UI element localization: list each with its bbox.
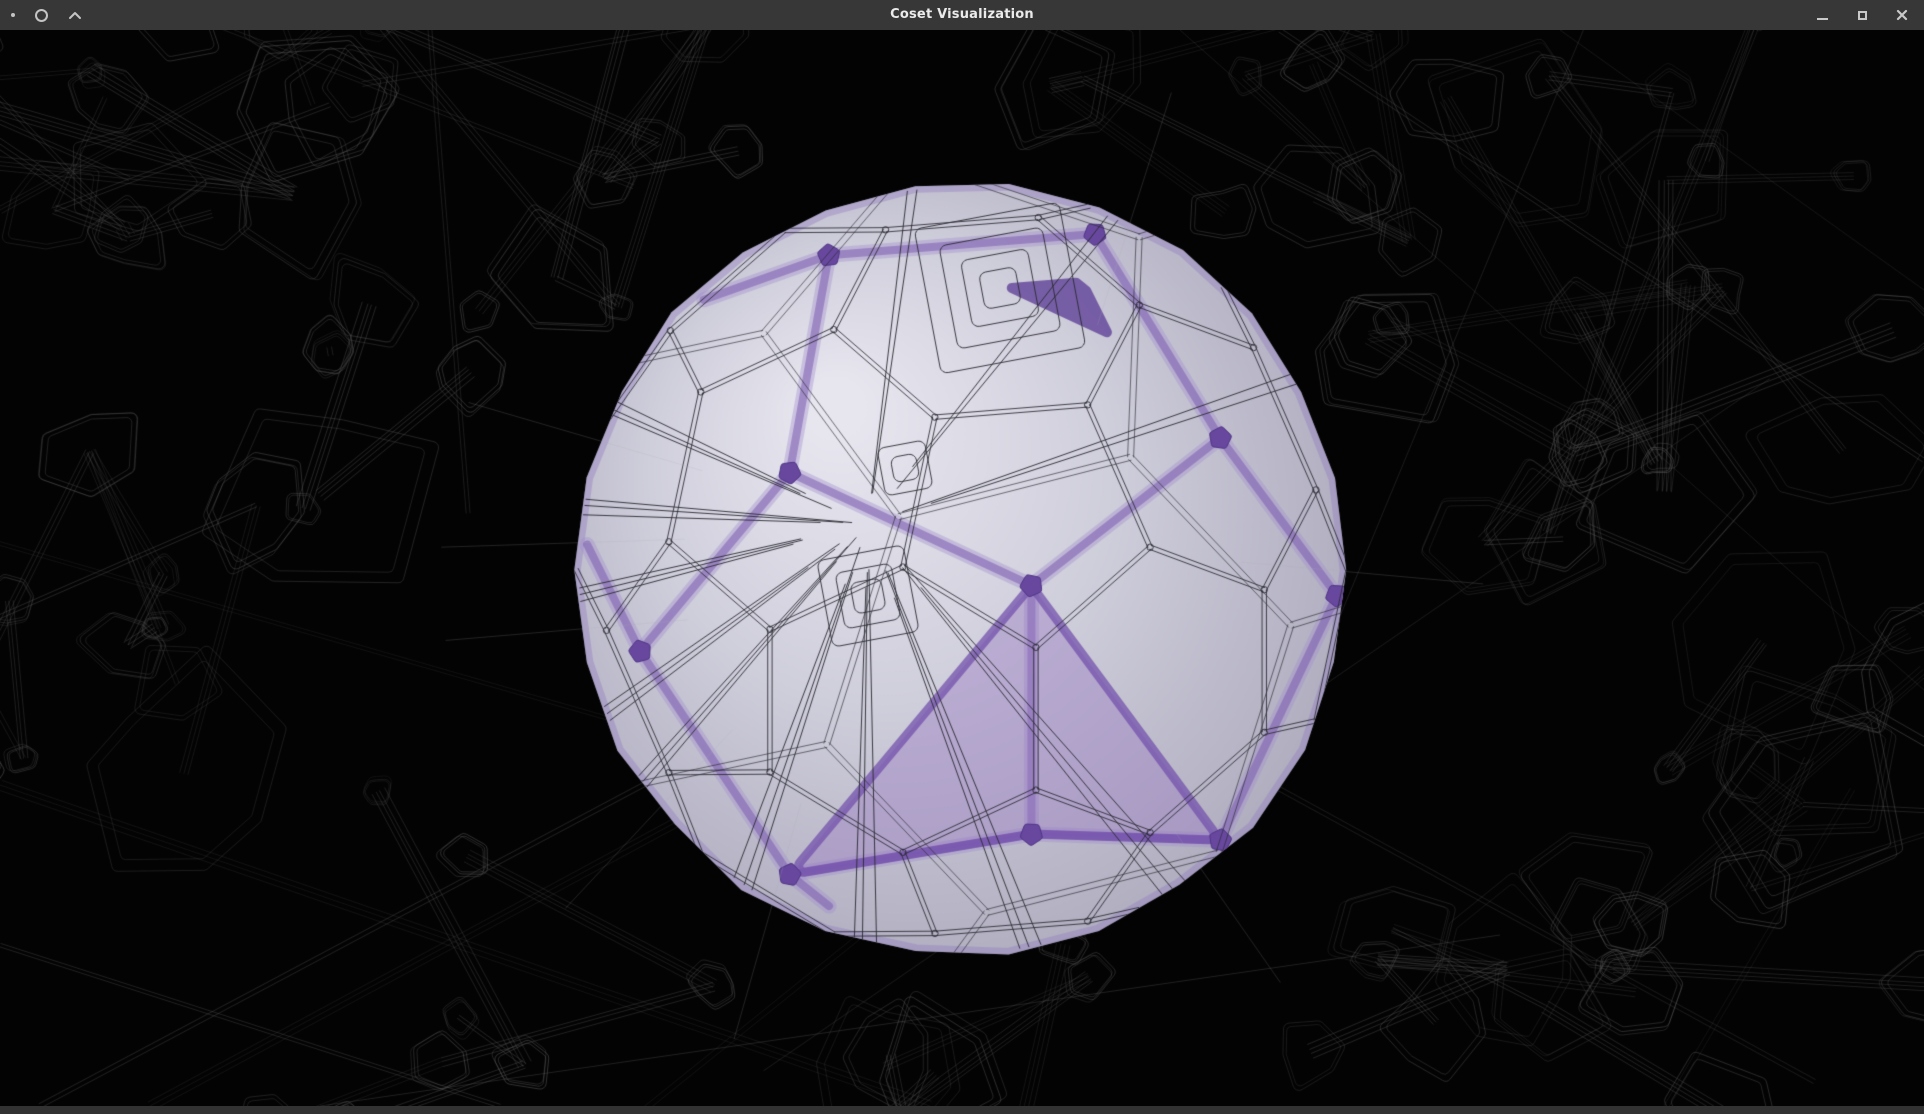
window-controls: [1814, 0, 1910, 30]
maximize-icon: [1858, 11, 1867, 20]
close-icon: [1895, 8, 1909, 22]
app-window: Coset Visualization: [0, 0, 1924, 1114]
minimize-button[interactable]: [1814, 7, 1830, 23]
close-button[interactable]: [1894, 7, 1910, 23]
minimize-icon: [1817, 18, 1828, 20]
titlebar[interactable]: Coset Visualization: [0, 0, 1924, 30]
maximize-button[interactable]: [1854, 7, 1870, 23]
viewport-canvas-3d[interactable]: [0, 30, 1924, 1106]
window-bottom-frame: [0, 1106, 1924, 1114]
window-title: Coset Visualization: [0, 0, 1924, 30]
